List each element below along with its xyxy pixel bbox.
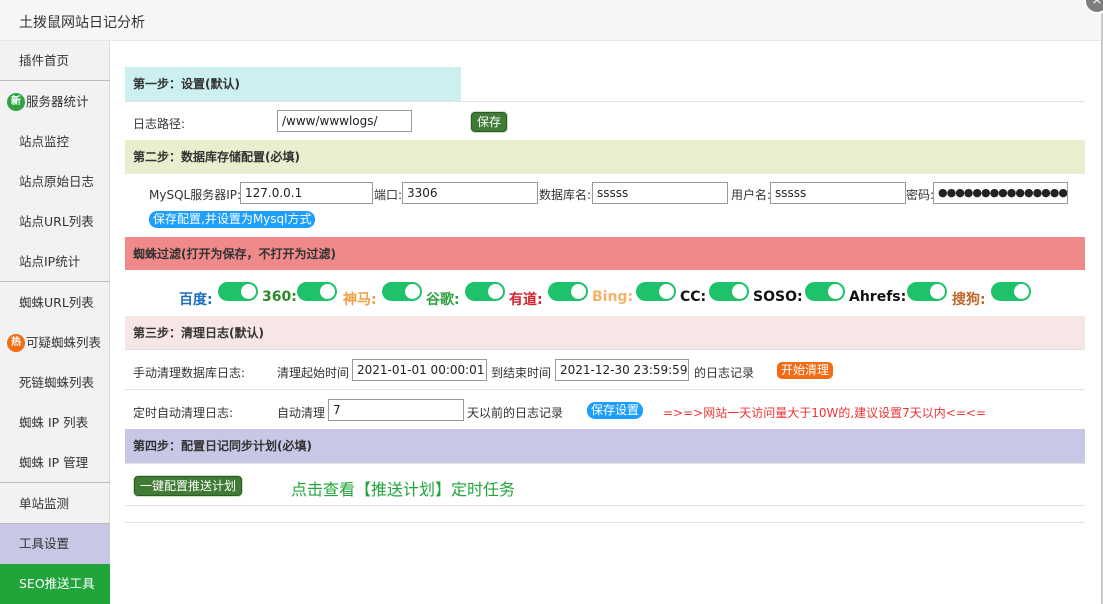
spider-360-toggle[interactable]	[297, 282, 337, 301]
title-bar: 土拨鼠网站日记分析	[0, 0, 1101, 41]
port-input[interactable]: 3306	[402, 182, 538, 204]
divider	[125, 463, 1085, 464]
log-path-label: 日志路径:	[133, 117, 186, 131]
clean-end-input[interactable]: 2021-12-30 23:59:59	[555, 359, 689, 381]
spider-google-toggle[interactable]	[465, 282, 505, 301]
hot-badge-icon: 热	[7, 334, 25, 352]
auto-clean-label: 定时自动清理日志:	[133, 406, 234, 420]
sidebar-item-single-site[interactable]: 单站监测	[0, 484, 110, 524]
sidebar-item-site-monitor[interactable]: 站点监控	[0, 122, 110, 162]
spider-sogou-toggle[interactable]	[991, 282, 1031, 301]
sidebar-item-server-stats[interactable]: 新服务器统计	[0, 82, 110, 122]
divider	[125, 349, 1085, 350]
spider-baidu-toggle[interactable]	[218, 282, 258, 301]
sidebar-item-label: 站点URL列表	[19, 214, 94, 229]
plugin-window: 土拨鼠网站日记分析 × 插件首页 新服务器统计 站点监控 站点原始日志 站点UR…	[0, 0, 1103, 604]
clean-start-input[interactable]: 2021-01-01 00:00:01	[352, 359, 487, 381]
clean-end-label: 到结束时间	[491, 366, 552, 380]
password-input[interactable]: ●●●●●●●●●●●●●●●●	[933, 182, 1068, 204]
sidebar-item-label: 插件首页	[19, 53, 70, 68]
dbname-label: 数据库名:	[539, 188, 592, 202]
sidebar-item-label: 蜘蛛URL列表	[19, 295, 94, 310]
sidebar-item-label: 站点监控	[19, 134, 70, 149]
spider-shenma-toggle[interactable]	[382, 282, 422, 301]
sidebar-item-label: 单站监测	[19, 496, 70, 511]
spider-soso-toggle[interactable]	[805, 282, 845, 301]
config-push-plan-button[interactable]: 一键配置推送计划	[134, 476, 243, 496]
start-clean-button[interactable]: 开始清理	[777, 362, 834, 379]
spider-cc-toggle[interactable]	[709, 282, 749, 301]
spider-ahrefs-toggle[interactable]	[907, 282, 947, 301]
username-label: 用户名:	[731, 188, 772, 202]
divider	[125, 505, 1085, 506]
window-title: 土拨鼠网站日记分析	[19, 15, 145, 31]
save-auto-clean-button[interactable]: 保存设置	[587, 402, 644, 419]
divider	[125, 389, 1085, 390]
sidebar-item-spider-ip-list[interactable]: 蜘蛛 IP 列表	[0, 403, 110, 443]
step3-header: 第三步：清理日志(默认)	[125, 316, 1085, 350]
auto-clean-days-input[interactable]: 7	[328, 399, 464, 421]
server-ip-input[interactable]: 127.0.0.1	[240, 182, 373, 204]
spider-ahrefs-label: Ahrefs:	[849, 289, 907, 305]
divider	[125, 101, 1085, 102]
port-label: 端口:	[374, 188, 403, 202]
sidebar-item-spider-url-list[interactable]: 蜘蛛URL列表	[0, 283, 110, 323]
spider-filter-header: 蜘蛛过滤(打开为保存，不打开为过滤)	[125, 237, 1085, 270]
sidebar-item-home[interactable]: 插件首页	[0, 41, 110, 81]
clean-start-label: 清理起始时间	[277, 366, 350, 380]
spider-sogou-label: 搜狗:	[952, 292, 986, 308]
sidebar-item-label: 可疑蜘蛛列表	[26, 335, 102, 350]
step1-header: 第一步：设置(默认)	[125, 67, 461, 101]
divider	[125, 522, 1085, 523]
sidebar-item-site-ip-stats[interactable]: 站点IP统计	[0, 242, 110, 282]
sidebar-item-label: 蜘蛛 IP 列表	[19, 415, 89, 430]
server-ip-label: MySQL服务器IP:	[149, 188, 242, 202]
spider-youdao-toggle[interactable]	[548, 282, 588, 301]
sidebar-item-label: 站点IP统计	[19, 254, 81, 269]
save-mysql-config-button[interactable]: 保存配置,并设置为Mysql方式	[149, 211, 316, 228]
spider-bing-label: Bing:	[592, 289, 634, 305]
main-content: 第一步：设置(默认) 日志路径: /www/wwwlogs/ 保存 第二步：数据…	[125, 41, 1085, 604]
sidebar-item-suspicious-spiders[interactable]: 热可疑蜘蛛列表	[0, 323, 110, 363]
spider-google-label: 谷歌:	[426, 292, 460, 308]
password-label: 密码:	[906, 188, 935, 202]
sidebar-nav: 插件首页 新服务器统计 站点监控 站点原始日志 站点URL列表 站点IP统计 蜘…	[0, 41, 110, 604]
step4-header: 第四步：配置日记同步计划(必填)	[125, 429, 1085, 463]
sidebar-item-site-url-list[interactable]: 站点URL列表	[0, 202, 110, 242]
spider-soso-label: SOSO:	[753, 289, 803, 305]
spider-baidu-label: 百度:	[179, 292, 213, 308]
sidebar-item-label: 死链蜘蛛列表	[19, 375, 95, 390]
save-log-path-button[interactable]: 保存	[471, 112, 508, 132]
auto-clean-prefix: 自动清理	[277, 406, 326, 420]
sidebar-item-label: SEO推送工具	[19, 576, 95, 591]
sidebar-item-dead-link-spiders[interactable]: 死链蜘蛛列表	[0, 363, 110, 403]
sidebar-item-label: 服务器统计	[26, 94, 89, 109]
sidebar-item-label: 工具设置	[19, 536, 70, 551]
clean-suffix-label: 的日志记录	[694, 366, 755, 380]
spider-cc-label: CC:	[680, 289, 707, 305]
spider-bing-toggle[interactable]	[636, 282, 676, 301]
step2-header: 第二步：数据库存储配置(必填)	[125, 140, 1085, 174]
sidebar-item-spider-ip-manage[interactable]: 蜘蛛 IP 管理	[0, 443, 110, 483]
auto-clean-note: =>=>网站一天访问量大于10W的,建议设置7天以内<=<=	[663, 406, 987, 420]
spider-shenma-label: 神马:	[343, 292, 377, 308]
auto-clean-suffix: 天以前的日志记录	[467, 406, 564, 420]
sidebar-item-label: 站点原始日志	[19, 174, 95, 189]
spider-youdao-label: 有道:	[509, 292, 543, 308]
sidebar-item-seo-push[interactable]: SEO推送工具	[0, 564, 110, 604]
log-path-input[interactable]: /www/wwwlogs/	[277, 110, 412, 132]
new-badge-icon: 新	[7, 93, 25, 111]
dbname-input[interactable]: sssss	[592, 182, 728, 204]
sidebar-item-site-raw-log[interactable]: 站点原始日志	[0, 162, 110, 202]
username-input[interactable]: sssss	[770, 182, 906, 204]
spider-360-label: 360:	[262, 289, 297, 305]
sidebar-item-tool-settings[interactable]: 工具设置	[0, 524, 110, 564]
manual-clean-label: 手动清理数据库日志:	[133, 366, 246, 380]
sidebar-item-label: 蜘蛛 IP 管理	[19, 455, 89, 470]
view-push-plan-link[interactable]: 点击查看【推送计划】定时任务	[291, 476, 515, 500]
